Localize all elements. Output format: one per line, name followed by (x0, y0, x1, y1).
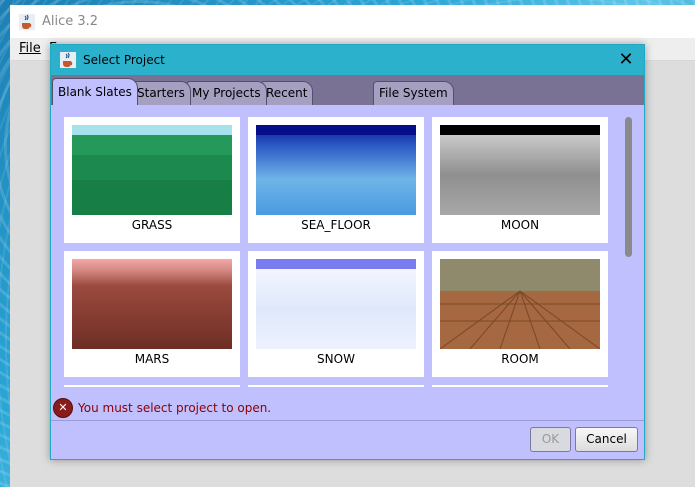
menu-file[interactable]: File (19, 41, 41, 56)
moon-thumbnail (440, 125, 600, 215)
tab-strip: File System Recent My Projects Starters … (51, 75, 644, 106)
tab-file-system[interactable]: File System (373, 81, 454, 105)
error-text: You must select project to open. (78, 401, 272, 415)
room-thumbnail (440, 259, 600, 349)
tab-recent[interactable]: Recent (260, 81, 314, 105)
alice-title-bar: Alice 3.2 (10, 5, 695, 38)
tab-my-projects[interactable]: My Projects (186, 81, 267, 105)
sea-floor-thumbnail (256, 125, 416, 215)
template-card[interactable] (248, 385, 424, 387)
close-icon[interactable]: ✕ (616, 50, 636, 70)
template-label: MOON (500, 218, 540, 232)
template-card-mars[interactable]: MARS (64, 251, 240, 377)
dialog-title-bar: Select Project ✕ (51, 45, 644, 75)
error-circle-icon: ✕ (53, 398, 73, 418)
alice-window-title: Alice 3.2 (42, 14, 99, 29)
snow-thumbnail (256, 259, 416, 349)
grass-thumbnail (72, 125, 232, 215)
error-message: ✕ You must select project to open. (51, 397, 271, 419)
template-card[interactable] (432, 385, 608, 387)
template-card-room[interactable]: ROOM (432, 251, 608, 377)
tab-starters[interactable]: Starters (131, 81, 191, 105)
mars-thumbnail (72, 259, 232, 349)
template-label: MARS (134, 352, 170, 366)
dialog-title: Select Project (83, 53, 165, 67)
tab-blank-slates[interactable]: Blank Slates (52, 78, 138, 106)
template-card-grass[interactable]: GRASS (64, 117, 240, 243)
java-cup-icon (60, 52, 76, 68)
java-cup-icon (19, 13, 35, 30)
template-label: ROOM (501, 352, 539, 366)
template-card-sea-floor[interactable]: SEA_FLOOR (248, 117, 424, 243)
template-card-moon[interactable]: MOON (432, 117, 608, 243)
template-label: GRASS (131, 218, 173, 232)
select-project-dialog: Select Project ✕ File System Recent My P… (50, 44, 645, 460)
template-card[interactable] (64, 385, 240, 387)
cancel-button[interactable]: Cancel (575, 427, 638, 452)
vertical-scrollbar-thumb[interactable] (625, 117, 632, 257)
template-card-snow[interactable]: SNOW (248, 251, 424, 377)
template-label: SNOW (317, 352, 355, 366)
ok-button[interactable]: OK (530, 427, 571, 452)
template-label: SEA_FLOOR (301, 218, 371, 232)
template-grid: GRASS SEA_FLOOR MOON MARS SNOW ROOM (51, 105, 644, 387)
divider (51, 420, 644, 421)
